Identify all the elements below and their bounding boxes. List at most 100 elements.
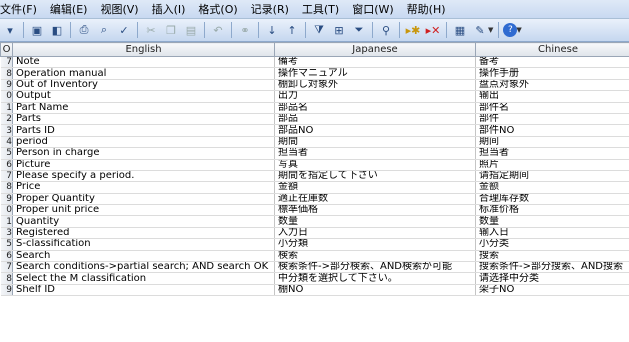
cell-chinese[interactable]: 金额 [475,181,629,194]
filter-by-selection-icon[interactable]: ⧩ [310,21,328,39]
menu-item[interactable]: 窗口(W) [352,1,393,17]
find-icon[interactable]: ⚲ [377,21,395,39]
chevron-down-icon[interactable]: ▼ [516,26,521,34]
row-selector[interactable]: 3 [0,227,13,240]
sort-descending-icon[interactable]: ↑ [283,21,301,39]
row-selector[interactable]: 7 [0,56,13,69]
cell-chinese[interactable]: 输出 [475,90,629,103]
cell-english[interactable]: S-classification [12,238,275,251]
menu-item[interactable]: 文件(F) [0,1,37,17]
row-selector[interactable]: 7 [0,261,13,274]
cell-japanese[interactable]: 操作マニュアル [274,67,476,80]
cell-english[interactable]: Picture [12,159,275,171]
database-window-icon[interactable]: ▦ [451,21,469,39]
apply-filter-icon[interactable]: ⏷ [350,21,368,39]
cell-japanese[interactable]: 担当者 [274,147,476,160]
cell-chinese[interactable]: 合理库存数 [475,193,629,206]
cell-japanese[interactable]: 出力 [274,90,476,103]
cell-english[interactable]: Parts [12,113,275,126]
table-row[interactable]: 0 Output 出力 输出 [0,90,629,103]
cell-chinese[interactable]: 担当者 [475,147,629,160]
cell-japanese[interactable]: 部品 [274,113,476,126]
sort-ascending-icon[interactable]: ↓ [263,21,281,39]
cell-japanese[interactable]: 金額 [274,181,476,194]
menu-item[interactable]: 帮助(H) [407,1,446,17]
row-selector[interactable]: 6 [0,250,13,263]
table-row[interactable]: 0 Proper unit price 標準価格 标准价格 [0,204,629,217]
cell-chinese[interactable]: 搜索条件->部分搜索、AND搜索 [475,261,629,274]
cell-chinese[interactable]: 部件名 [475,102,629,114]
cell-chinese[interactable]: 标准价格 [475,204,629,217]
column-header-japanese[interactable]: Japanese [274,42,476,57]
cell-english[interactable]: Parts ID [12,124,275,137]
cell-japanese[interactable]: 検索条件->部分検索、AND検索が可能 [274,261,476,274]
cell-japanese[interactable]: 期間を指定して下さい [274,170,476,183]
cell-english[interactable]: Out of Inventory [12,79,275,92]
cell-english[interactable]: Select the M classification [12,272,275,285]
row-selector[interactable]: 6 [0,159,13,171]
cell-japanese[interactable]: 棚NO [274,284,476,297]
table-row[interactable]: 3 Registered 入力日 输入日 [0,227,629,240]
table-row[interactable]: 8 Price 金額 金额 [0,181,629,194]
cell-chinese[interactable]: 照片 [475,159,629,171]
cell-chinese[interactable]: 请选择中分类 [475,272,629,285]
cell-japanese[interactable]: 棚卸し対象外 [274,79,476,92]
cell-chinese[interactable]: 操作手册 [475,67,629,80]
spelling-icon[interactable]: ✓ [115,21,133,39]
table-row[interactable]: 6 Search 検索 搜索 [0,250,629,263]
column-header-chinese[interactable]: Chinese [475,42,629,57]
menu-item[interactable]: 视图(V) [100,1,138,17]
table-row[interactable]: 5 S-classification 小分類 小分类 [0,238,629,251]
chevron-down-icon[interactable]: ▼ [488,26,493,34]
row-selector[interactable]: 5 [0,147,13,160]
table-row[interactable]: 8 Operation manual 操作マニュアル 操作手册 [0,67,629,80]
cell-english[interactable]: Price [12,181,275,194]
table-row[interactable]: 1 Quantity 数量 数量 [0,215,629,228]
table-row[interactable]: 3 Parts ID 部品NO 部件NO [0,124,629,137]
new-object-icon[interactable]: ✎ [471,21,489,39]
cell-english[interactable]: Proper unit price [12,204,275,217]
cell-chinese[interactable]: 输入日 [475,227,629,240]
cell-japanese[interactable]: 期間 [274,136,476,149]
cell-japanese[interactable]: 備考 [274,56,476,69]
cell-japanese[interactable]: 数量 [274,215,476,228]
paste-icon[interactable]: ▤ [182,21,200,39]
cell-japanese[interactable]: 適正在庫数 [274,193,476,206]
table-row[interactable]: 7 Note 備考 备考 [0,56,629,69]
row-selector[interactable]: 8 [0,181,13,194]
row-selector[interactable]: 0 [0,204,13,217]
cell-english[interactable]: Shelf ID [12,284,275,297]
print-preview-icon[interactable]: ⌕ [95,21,113,39]
table-row[interactable]: 9 Shelf ID 棚NO 架子NO [0,284,629,297]
menu-item[interactable]: 格式(O) [198,1,237,17]
design-view-icon[interactable]: ▾ [1,21,19,39]
cell-english[interactable]: Search [12,250,275,263]
menu-item[interactable]: 工具(T) [302,1,339,17]
row-selector[interactable]: 8 [0,67,13,80]
cell-chinese[interactable]: 盘点对象外 [475,79,629,92]
cell-english[interactable]: Proper Quantity [12,193,275,206]
cell-chinese[interactable]: 部件NO [475,124,629,137]
cell-english[interactable]: period [12,136,275,149]
print-icon[interactable]: ⎙ [75,21,93,39]
cell-chinese[interactable]: 部件 [475,113,629,126]
row-selector[interactable]: 0 [0,90,13,103]
cell-japanese[interactable]: 小分類 [274,238,476,251]
new-record-icon[interactable]: ▸✱ [404,21,422,39]
table-row[interactable]: 7 Please specify a period. 期間を指定して下さい 请指定期间 [0,170,629,183]
row-selector[interactable]: 4 [0,136,13,149]
filter-by-form-icon[interactable]: ⊞ [330,21,348,39]
cell-chinese[interactable]: 架子NO [475,284,629,297]
save-icon[interactable]: ▣ [28,21,46,39]
cell-japanese[interactable]: 入力日 [274,227,476,240]
table-row[interactable]: 9 Proper Quantity 適正在庫数 合理库存数 [0,193,629,206]
row-selector[interactable]: 1 [0,102,13,114]
table-row[interactable]: 6 Picture 写真 照片 [0,159,629,171]
cell-chinese[interactable]: 小分类 [475,238,629,251]
cell-chinese[interactable]: 请指定期间 [475,170,629,183]
menu-item[interactable]: 编辑(E) [50,1,88,17]
table-row[interactable]: 1 Part Name 部品名 部件名 [0,102,629,114]
cut-icon[interactable]: ✂ [142,21,160,39]
properties-icon[interactable]: ◧ [48,21,66,39]
help-icon[interactable]: ? [503,23,518,37]
